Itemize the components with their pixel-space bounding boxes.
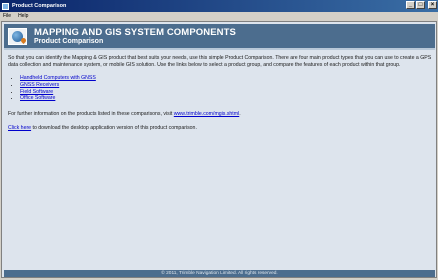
title-bar[interactable]: Product Comparison _ □ × [0,0,438,12]
product-group-links: Handheld Computers with GNSS GNSS Receiv… [20,75,432,102]
menu-bar: File Help [0,12,438,20]
list-item: GNSS Receivers [20,82,432,89]
list-item: Field Software [20,89,432,96]
link-gnss-receivers[interactable]: GNSS Receivers [20,82,59,88]
download-link[interactable]: Click here [8,125,31,131]
menu-file[interactable]: File [3,13,11,19]
link-office-software[interactable]: Office Software [20,95,55,101]
link-handheld-computers[interactable]: Handheld Computers with GNSS [20,75,96,81]
link-field-software[interactable]: Field Software [20,89,53,95]
page-subtitle: Product Comparison [34,38,104,45]
close-button[interactable]: × [428,1,437,9]
window-controls: _ □ × [406,1,437,9]
list-item: Handheld Computers with GNSS [20,75,432,82]
maximize-button[interactable]: □ [416,1,425,9]
app-icon [2,2,9,10]
list-item: Office Software [20,95,432,102]
info-suffix: . [239,111,241,118]
page-title: MAPPING AND GIS SYSTEM COMPONENTS [34,27,236,38]
window-title: Product Comparison [12,3,67,9]
info-paragraph: For further information on the products … [8,111,432,118]
content-area: MAPPING AND GIS SYSTEM COMPONENTS Produc… [1,21,437,278]
footer-copyright: © 2011, Trimble Navigation Limited. All … [4,270,435,277]
header-banner: MAPPING AND GIS SYSTEM COMPONENTS Produc… [4,24,435,50]
intro-text: So that you can identify the Mapping & G… [8,55,432,68]
main-content: So that you can identify the Mapping & G… [8,55,432,139]
minimize-button[interactable]: _ [406,1,415,9]
menu-help[interactable]: Help [18,13,28,19]
download-text: to download the desktop application vers… [31,125,197,132]
download-paragraph: Click here to download the desktop appli… [8,125,432,132]
globe-pin-icon [8,28,28,45]
trimble-website-link[interactable]: www.trimble.com/mgis.shtml [174,111,239,117]
info-text: For further information on the products … [8,111,174,118]
